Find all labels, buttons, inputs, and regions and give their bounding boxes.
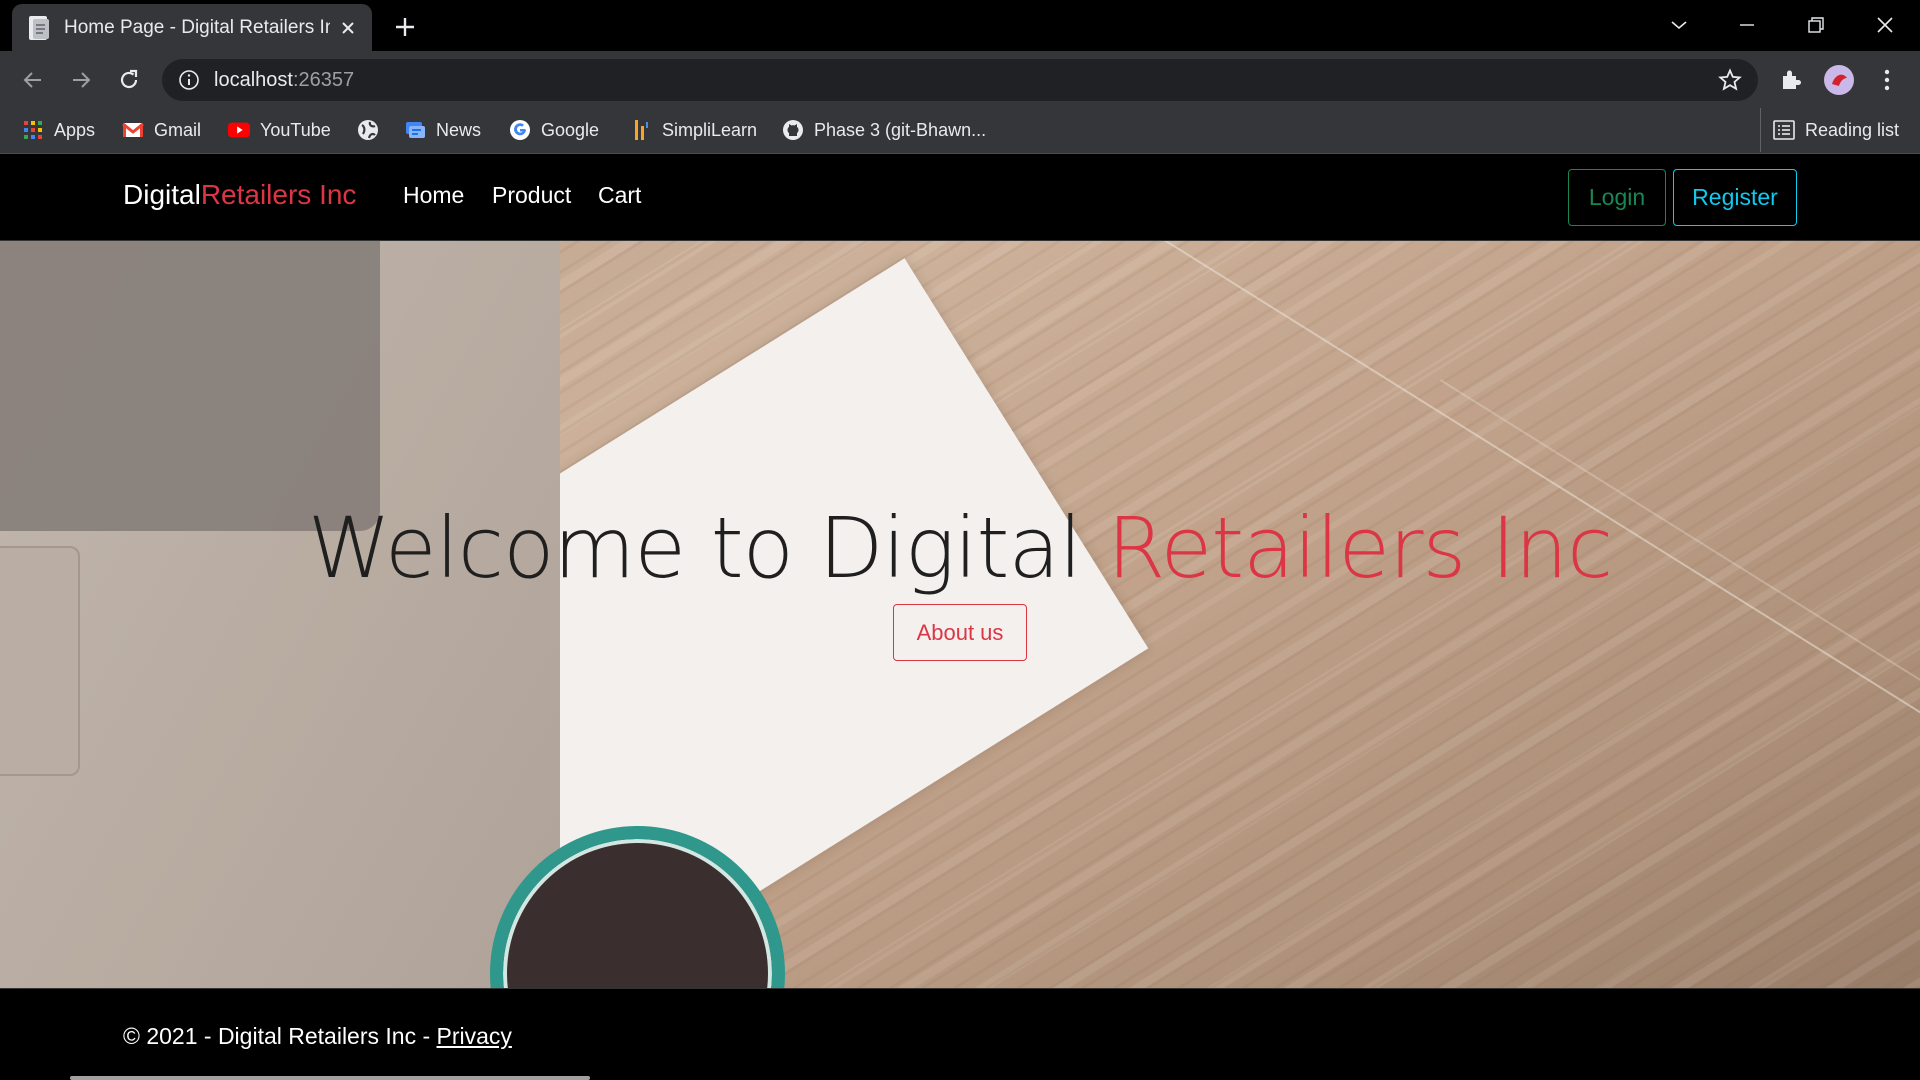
tab-search-chevron-icon[interactable]: [1659, 8, 1699, 42]
address-port: :26357: [292, 68, 355, 91]
tab-title: Home Page - Digital Retailers Inc: [64, 16, 330, 38]
apps-grid-icon: [22, 119, 44, 141]
nav-link-cart[interactable]: Cart: [598, 182, 641, 209]
page-favicon-icon: [28, 15, 50, 41]
globe-icon: [357, 119, 379, 141]
bookmark-label: Gmail: [154, 119, 202, 140]
privacy-link[interactable]: Privacy: [437, 1023, 512, 1049]
address-host: localhost: [214, 68, 293, 91]
google-icon: [509, 119, 531, 141]
news-icon: [404, 119, 426, 141]
bookmark-label: SimpliLearn: [662, 119, 758, 140]
simplilearn-icon: [630, 119, 652, 141]
hero-title-part-1: Welcome to Digital: [307, 499, 1107, 597]
bookmark-label: YouTube: [260, 119, 331, 140]
bookmark-apps[interactable]: Apps: [22, 108, 95, 152]
reading-list-button[interactable]: Reading list: [1760, 108, 1899, 152]
bookmark-label: Apps: [54, 119, 96, 140]
brand-part-2: Retailers Inc: [200, 179, 357, 210]
bookmark-label: Google: [541, 119, 600, 140]
brand-part-1: Digital: [123, 179, 201, 210]
site-navbar: DigitalRetailers Inc Home Product Cart L…: [0, 155, 1920, 241]
copyright-text: © 2021 - Digital Retailers Inc -: [123, 1023, 437, 1049]
gmail-icon: [122, 119, 144, 141]
bookmark-youtube[interactable]: YouTube: [228, 108, 331, 152]
bookmark-label: News: [436, 119, 482, 140]
footer-text: © 2021 - Digital Retailers Inc - Privacy: [123, 1023, 512, 1050]
bookmark-globe[interactable]: [357, 108, 389, 152]
new-tab-icon[interactable]: [392, 14, 418, 40]
youtube-icon: [228, 119, 250, 141]
browser-toolbar: localhost :26357: [0, 51, 1920, 108]
browser-menu-icon[interactable]: [1870, 63, 1904, 97]
hero-title: Welcome to Digital Retailers Inc: [0, 499, 1920, 597]
hero-title-part-2: Retailers Inc: [1106, 499, 1613, 597]
bookmark-label: Phase 3 (git-Bhawn...: [814, 119, 987, 140]
bookmark-google[interactable]: Google: [509, 108, 599, 152]
site-footer: © 2021 - Digital Retailers Inc - Privacy: [0, 988, 1920, 1080]
browser-tab[interactable]: Home Page - Digital Retailers Inc: [12, 4, 372, 51]
brand-logo[interactable]: DigitalRetailers Inc: [123, 179, 356, 211]
site-info-icon[interactable]: [178, 69, 200, 91]
bookmarks-bar: Apps Gmail YouTube News Google SimpliLea…: [0, 108, 1920, 154]
reading-list-label: Reading list: [1805, 119, 1900, 140]
nav-link-home[interactable]: Home: [403, 182, 464, 209]
bookmark-github[interactable]: Phase 3 (git-Bhawn...: [782, 108, 986, 152]
extensions-icon[interactable]: [1774, 63, 1808, 97]
bookmark-star-icon[interactable]: [1718, 68, 1742, 92]
forward-icon[interactable]: [64, 63, 98, 97]
minimize-icon[interactable]: [1727, 8, 1767, 42]
close-window-icon[interactable]: [1865, 8, 1905, 42]
nav-link-product[interactable]: Product: [492, 182, 571, 209]
bookmark-gmail[interactable]: Gmail: [122, 108, 201, 152]
restore-icon[interactable]: [1796, 8, 1836, 42]
profile-avatar-icon[interactable]: [1822, 63, 1856, 97]
reading-list-icon: [1773, 119, 1795, 141]
hero-banner: Welcome to Digital Retailers Inc About u…: [0, 241, 1920, 988]
github-icon: [782, 119, 804, 141]
bookmark-news[interactable]: News: [404, 108, 481, 152]
tab-strip: Home Page - Digital Retailers Inc: [0, 0, 1920, 51]
bookmark-simplilearn[interactable]: SimpliLearn: [630, 108, 757, 152]
close-tab-icon[interactable]: [338, 18, 358, 38]
address-bar[interactable]: localhost :26357: [162, 59, 1758, 101]
register-button[interactable]: Register: [1673, 169, 1797, 226]
login-button[interactable]: Login: [1568, 169, 1666, 226]
back-icon[interactable]: [16, 63, 50, 97]
horizontal-scrollbar[interactable]: [70, 1076, 590, 1080]
reload-icon[interactable]: [112, 63, 146, 97]
about-us-button[interactable]: About us: [893, 604, 1027, 661]
